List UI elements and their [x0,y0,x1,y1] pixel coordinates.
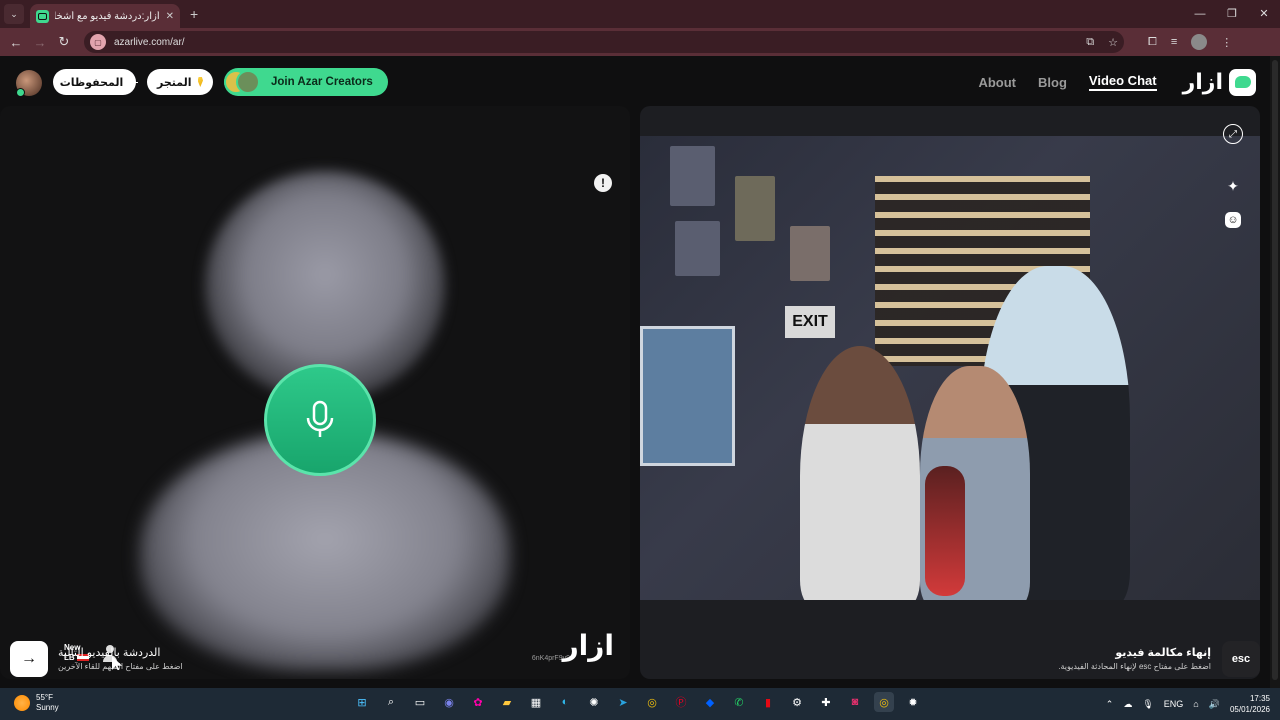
netflix-icon[interactable]: ▮ [758,692,778,712]
task-view-icon[interactable]: ▭ [410,692,430,712]
tab-search-button[interactable]: ⌄ [4,4,24,24]
store-label: المتجر [157,76,192,89]
sparkle-icon[interactable]: ✦ [1223,176,1243,196]
exit-sign: EXIT [785,306,835,338]
extensions-icon[interactable]: ⧠ [1148,36,1157,49]
star-icon[interactable]: ☆ [1108,36,1118,49]
forward-button[interactable]: → [28,35,52,50]
next-chat-button[interactable]: → [10,641,48,677]
back-button[interactable]: ← [4,35,28,50]
weather-condition: Sunny [36,703,59,712]
copilot-icon[interactable]: ✿ [468,692,488,712]
chevron-up-icon[interactable]: ⌃ [1106,699,1114,710]
monitor [640,326,735,466]
expand-icon[interactable]: ⤢ [1223,124,1243,144]
azar-favicon-icon [36,9,49,23]
clock[interactable]: 17:35 05/01/2026 [1230,693,1270,715]
chrome-icon[interactable]: ◎ [642,692,662,712]
microphone-tray-icon[interactable]: 🎙 [1142,699,1153,710]
time: 17:35 [1249,694,1270,703]
tab-title: أزار:دردشة فيديو مع أشخاص [55,10,160,22]
scrollbar[interactable] [1270,56,1280,688]
next-chat-title: الدردشة بالفيديو التالية [58,647,161,659]
remote-video-panel: EXIT ⤢ ✦ ☺ [640,106,1260,679]
end-call-title: إنهاء مكالمة فيديو [1115,647,1211,659]
join-creators-button[interactable]: Join Azar Creators [224,68,388,96]
teams-icon[interactable]: ◉ [439,692,459,712]
whatsapp-icon[interactable]: ✆ [729,692,749,712]
media-icon[interactable]: ≡ [1171,36,1177,48]
calculator-icon[interactable]: ✚ [816,692,836,712]
temperature: 55°F [36,693,53,702]
taskbar-apps: ⊞ ⌕ ▭ ◉ ✿ ▰ ▦ ◐ ✺ ➤ ◎ Ⓟ ◆ ✆ ▮ ⚙ ✚ ◙ ◎ ✹ [352,692,923,712]
person-glasses [800,346,920,600]
instagram-icon[interactable]: ◙ [845,692,865,712]
close-icon[interactable]: ✕ [166,11,174,22]
language-indicator[interactable]: ENG [1164,699,1184,709]
maximize-button[interactable]: ❐ [1216,0,1248,28]
new-tab-button[interactable]: + [190,6,198,22]
telegram-icon[interactable]: ➤ [613,692,633,712]
window-controls: — ❐ ✕ [1184,0,1280,28]
profile-icon[interactable] [1191,34,1208,50]
menu-icon[interactable]: ⋮ [1221,36,1232,49]
end-call-button[interactable]: esc [1222,641,1260,677]
openai-icon[interactable]: ✹ [903,692,923,712]
site-info-icon[interactable]: ▢ [90,34,106,50]
chatgpt-icon[interactable]: ✺ [584,692,604,712]
sun-icon [14,695,30,711]
file-explorer-icon[interactable]: ▰ [497,692,517,712]
site-header: المحفوظات المتجر Join Azar Creators Abou… [0,56,1270,108]
saved-button[interactable]: المحفوظات [53,69,139,95]
creators-avatars [224,68,264,96]
url-text: azarlive.com/ar/ [114,36,185,48]
end-call-hint: اضغط على مفتاح esc لإنهاء المحادثة الفيد… [1058,662,1211,671]
minimize-button[interactable]: — [1184,0,1216,28]
next-chat-hint: اضغط على مفتاح السهم للقاء الآخرين [58,662,183,671]
windows-start-icon[interactable]: ⊞ [352,692,372,712]
azar-logo-icon[interactable] [1229,68,1256,96]
microphone-icon[interactable] [264,364,376,476]
taskbar: 55°F Sunny ⊞ ⌕ ▭ ◉ ✿ ▰ ▦ ◐ ✺ ➤ ◎ Ⓟ ◆ ✆ ▮… [0,688,1280,720]
url-field[interactable]: ▢ azarlive.com/ar/ ⧉ ☆ [84,31,1124,53]
avatar[interactable] [16,70,42,97]
creators-label: Join Azar Creators [271,76,373,88]
reload-button[interactable]: ↻ [52,34,76,50]
install-app-icon[interactable]: ⧉ [1086,36,1094,49]
address-bar: ← → ↻ ▢ azarlive.com/ar/ ⧉ ☆ ⧠ ≡ ⋮ [0,28,1280,56]
nav-blog[interactable]: Blog [1038,75,1067,90]
search-icon[interactable]: ⌕ [381,692,401,712]
nav-about[interactable]: About [978,75,1016,90]
browser-tab-bar: ⌄ أزار:دردشة فيديو مع أشخاص ✕ + — ❐ ✕ [0,0,1280,28]
cloud-icon[interactable]: ☁ [1123,699,1132,710]
volume-icon[interactable]: 🔊 [1209,699,1220,710]
store-button[interactable]: المتجر [147,69,213,95]
local-video-panel: ! ··· New LB 6nK4prF9v9 ازار [0,106,630,679]
page: المحفوظات المتجر Join Azar Creators Abou… [0,56,1280,688]
bottle [925,466,965,596]
network-icon[interactable]: ⌂ [1193,699,1198,709]
system-tray: ⌃ ☁ 🎙 ENG ⌂ 🔊 17:35 05/01/2026 [1106,688,1270,720]
watermark-logo: ازار [562,629,614,662]
weather-widget[interactable]: 55°F Sunny [14,693,59,713]
store-icon[interactable]: ▦ [526,692,546,712]
dropbox-icon[interactable]: ◆ [700,692,720,712]
date: 05/01/2026 [1229,705,1270,714]
gem-icon [197,77,203,87]
close-window-button[interactable]: ✕ [1248,0,1280,28]
edge-icon[interactable]: ◐ [555,692,575,712]
pinterest-icon[interactable]: Ⓟ [671,692,691,712]
steam-icon[interactable]: ⚙ [787,692,807,712]
nav-video-chat[interactable]: Video Chat [1088,73,1157,91]
main-nav: About Blog Video Chat ازار [978,68,1256,96]
chrome-profile-icon[interactable]: ◎ [874,692,894,712]
face-filter-icon[interactable]: ☺ [1225,212,1241,228]
brand-name[interactable]: ازار [1183,70,1223,95]
report-shield-icon[interactable]: ! [594,174,612,192]
saved-label: المحفوظات [59,76,124,89]
remote-video-feed: EXIT [640,136,1260,600]
browser-tab-active[interactable]: أزار:دردشة فيديو مع أشخاص ✕ [30,4,180,28]
